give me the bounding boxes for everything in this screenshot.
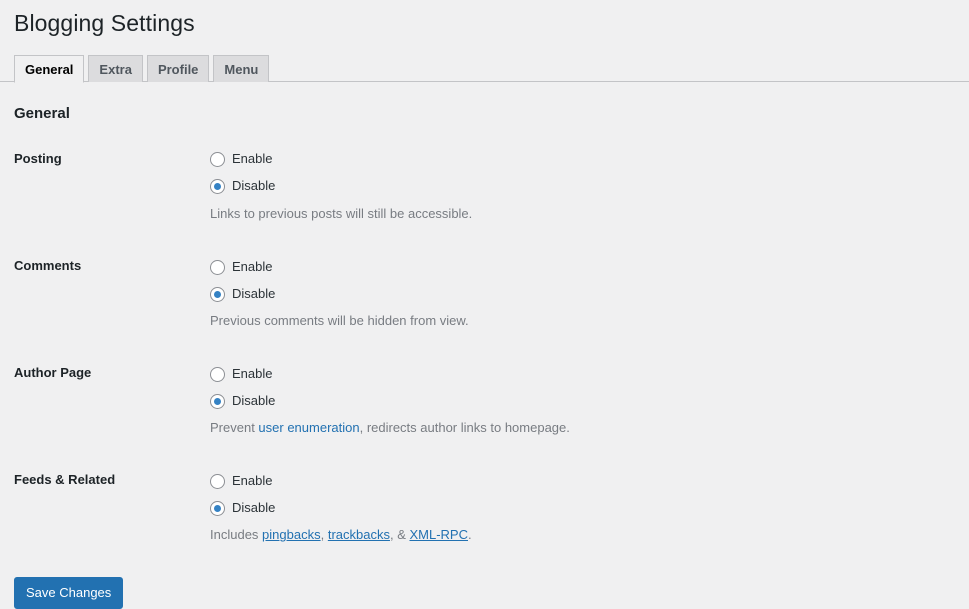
settings-row-posting: Posting Enable Disable Links to previous… (14, 136, 955, 243)
row-control-posting: Enable Disable Links to previous posts w… (210, 136, 955, 243)
radio-icon-author-page-enable[interactable] (210, 366, 225, 382)
radio-option-feeds-enable[interactable]: Enable (210, 470, 945, 492)
page-title: Blogging Settings (14, 10, 195, 36)
row-control-feeds-related: Enable Disable Includes pingbacks, track… (210, 457, 955, 564)
row-label-feeds-related: Feeds & Related (14, 472, 116, 488)
radio-label-comments-enable[interactable]: Enable (232, 259, 272, 276)
settings-form-table: Posting Enable Disable Links to previous… (14, 136, 955, 565)
link-pingbacks[interactable]: pingbacks (262, 527, 321, 542)
row-description-author-page: Prevent user enumeration, redirects auth… (210, 419, 945, 437)
row-control-comments: Enable Disable Previous comments will be… (210, 243, 955, 350)
link-xml-rpc[interactable]: XML-RPC (409, 527, 468, 542)
radio-option-posting-disable[interactable]: Disable (210, 176, 945, 198)
settings-row-comments: Comments Enable Disable Previous comment… (14, 243, 955, 350)
radio-label-author-page-disable[interactable]: Disable (232, 393, 275, 410)
radio-option-comments-enable[interactable]: Enable (210, 256, 945, 278)
radio-option-comments-disable[interactable]: Disable (210, 283, 945, 305)
radio-label-comments-disable[interactable]: Disable (232, 286, 275, 303)
radio-label-posting-enable[interactable]: Enable (232, 151, 272, 168)
radio-icon-feeds-disable[interactable] (210, 500, 225, 516)
radio-label-posting-disable[interactable]: Disable (232, 178, 275, 195)
row-control-author-page: Enable Disable Prevent user enumeration,… (210, 350, 955, 457)
submit-area: Save Changes (14, 565, 955, 609)
tab-general[interactable]: General (14, 54, 85, 83)
tab-menu[interactable]: Menu (213, 54, 270, 82)
radio-label-feeds-disable[interactable]: Disable (232, 500, 275, 517)
radio-label-author-page-enable[interactable]: Enable (232, 366, 272, 383)
row-label-comments: Comments (14, 258, 82, 274)
link-trackbacks[interactable]: trackbacks (328, 527, 390, 542)
settings-row-author-page: Author Page Enable Disable Prevent user … (14, 350, 955, 457)
radio-icon-comments-disable[interactable] (210, 286, 225, 302)
description-separator-1: , (320, 527, 328, 543)
link-user-enumeration[interactable]: user enumeration (258, 420, 359, 435)
description-text-suffix: , redirects author links to homepage. (359, 420, 570, 436)
radio-label-feeds-enable[interactable]: Enable (232, 473, 272, 490)
row-label-posting: Posting (14, 150, 62, 166)
description-separator-2: , & (389, 527, 410, 543)
radio-icon-comments-enable[interactable] (210, 259, 225, 275)
row-label-author-page: Author Page (14, 365, 92, 381)
radio-option-author-page-disable[interactable]: Disable (210, 390, 945, 412)
description-text-suffix: . (468, 527, 472, 543)
row-description-comments: Previous comments will be hidden from vi… (210, 313, 469, 329)
settings-row-feeds-related: Feeds & Related Enable Disable Includes … (14, 457, 955, 564)
description-text-prefix: Prevent (210, 420, 259, 436)
radio-option-author-page-enable[interactable]: Enable (210, 363, 945, 385)
description-text-prefix: Includes (210, 527, 263, 543)
tab-extra[interactable]: Extra (88, 54, 143, 82)
section-heading: General (14, 104, 70, 122)
radio-icon-posting-enable[interactable] (210, 152, 225, 168)
tab-bar: General Extra Profile Menu (0, 54, 969, 83)
tab-profile[interactable]: Profile (146, 54, 210, 82)
save-changes-button[interactable]: Save Changes (14, 576, 124, 609)
radio-icon-author-page-disable[interactable] (210, 393, 225, 409)
radio-option-feeds-disable[interactable]: Disable (210, 497, 945, 519)
row-description-posting: Links to previous posts will still be ac… (210, 205, 473, 221)
radio-option-posting-enable[interactable]: Enable (210, 149, 945, 171)
settings-page: Blogging Settings General Extra Profile Men… (0, 0, 969, 609)
row-description-feeds-related: Includes pingbacks, trackbacks, & XML-RP… (210, 526, 945, 544)
radio-icon-posting-disable[interactable] (210, 179, 225, 195)
radio-icon-feeds-enable[interactable] (210, 473, 225, 489)
